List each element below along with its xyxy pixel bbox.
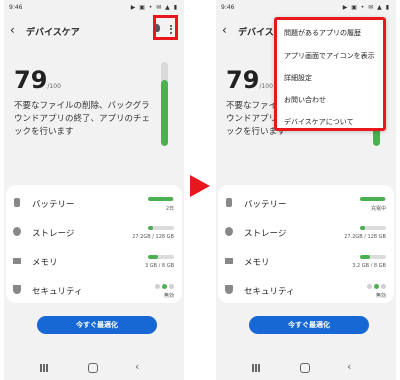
device-care-screen-before: 9:46 ▶ ▣ • ✉ ▲ ▮ ‹ デバイスケア 79/100 不要なファイル… <box>4 0 184 380</box>
status-icons: ▶ ▣ • ✉ ▲ ▮ <box>130 4 178 11</box>
menu-item-show-icon[interactable]: アプリ画面でアイコンを表示 <box>284 51 375 61</box>
menu-item-advanced-settings[interactable]: 詳細設定 <box>284 73 312 83</box>
battery-icon <box>14 198 20 207</box>
memory-label: メモリ <box>32 258 58 268</box>
nav-back-icon[interactable]: ‹ <box>135 360 139 373</box>
menu-item-about[interactable]: デバイスケアについて <box>284 117 354 127</box>
memory-icon <box>225 258 233 264</box>
storage-label: ストレージ <box>32 229 75 239</box>
memory-row[interactable]: メモリ 3.2 GB / 8 GB <box>218 247 394 275</box>
storage-bar-fill <box>148 226 154 230</box>
storage-value: 27.2GB / 128 GB <box>344 234 386 240</box>
score-description: 不要なファイルの削除、バックグラウンドアプリの終了、アプリのチェックを行います <box>14 101 151 137</box>
home-icon[interactable] <box>300 363 310 373</box>
battery-bar <box>360 197 386 201</box>
status-icons: ▶ ▣ • ✉ ▲ ▮ <box>342 4 390 11</box>
status-time: 9:46 <box>9 4 23 11</box>
storage-icon <box>13 227 21 236</box>
shield-icon <box>13 285 21 294</box>
menu-item-problem-app-history[interactable]: 問題があるアプリの履歴 <box>284 28 361 38</box>
security-row[interactable]: セキュリティ 無効 <box>218 276 394 304</box>
storage-bar <box>360 226 386 230</box>
battery-label: バッテリー <box>32 200 75 210</box>
memory-icon <box>13 258 21 264</box>
menu-item-contact-us[interactable]: お問い合わせ <box>284 95 326 105</box>
optimize-now-button[interactable]: 今すぐ最適化 <box>37 316 157 334</box>
highlight-box-kebab <box>153 15 178 40</box>
storage-icon <box>225 227 233 236</box>
nav-bar: ‹ <box>216 358 396 380</box>
memory-value: 3 GB / 8 GB <box>144 263 174 269</box>
memory-bar-fill <box>148 255 158 259</box>
score-gauge-fill <box>161 79 168 146</box>
arrow-right-icon <box>190 175 210 197</box>
battery-label: バッテリー <box>244 200 287 210</box>
status-time: 9:46 <box>221 4 235 11</box>
nav-bar: ‹ <box>4 358 184 380</box>
security-status-dots <box>367 284 386 289</box>
page-title: デバイスケア <box>26 28 80 38</box>
score-max: /100 <box>47 83 61 90</box>
battery-bar-fill <box>360 197 385 201</box>
security-label: セキュリティ <box>32 287 83 297</box>
back-icon[interactable]: ‹ <box>10 23 15 37</box>
recent-apps-icon[interactable] <box>40 364 48 372</box>
memory-bar-fill <box>360 255 371 259</box>
score-value: 79 <box>226 66 260 94</box>
recent-apps-icon[interactable] <box>252 364 260 372</box>
status-card: バッテリー 2日 ストレージ 27.2GB / 128 GB メモリ 3 GB … <box>6 185 182 303</box>
battery-icon <box>226 198 232 207</box>
score-gauge <box>161 62 168 146</box>
back-icon[interactable]: ‹ <box>222 23 227 37</box>
memory-bar <box>148 255 174 259</box>
battery-row[interactable]: バッテリー 充電中 <box>218 189 394 217</box>
battery-row[interactable]: バッテリー 2日 <box>6 189 182 217</box>
battery-value: 2日 <box>165 206 174 212</box>
nav-back-icon[interactable]: ‹ <box>347 360 351 373</box>
memory-value: 3.2 GB / 8 GB <box>352 263 386 269</box>
storage-row[interactable]: ストレージ 27.2GB / 128 GB <box>6 218 182 246</box>
status-card: バッテリー 充電中 ストレージ 27.2GB / 128 GB メモリ 3.2 … <box>218 185 394 303</box>
home-icon[interactable] <box>88 363 98 373</box>
battery-bar <box>148 197 174 201</box>
security-row[interactable]: セキュリティ 無効 <box>6 276 182 304</box>
memory-row[interactable]: メモリ 3 GB / 8 GB <box>6 247 182 275</box>
security-value: 無効 <box>163 293 174 299</box>
care-score: 79/100 <box>14 66 61 94</box>
status-bar: 9:46 ▶ ▣ • ✉ ▲ ▮ <box>216 0 396 16</box>
memory-label: メモリ <box>244 258 270 268</box>
score-value: 79 <box>14 66 48 94</box>
storage-row[interactable]: ストレージ 27.2GB / 128 GB <box>218 218 394 246</box>
security-value: 無効 <box>375 293 386 299</box>
care-score: 79/100 <box>226 66 273 94</box>
overflow-menu: 問題があるアプリの履歴 アプリ画面でアイコンを表示 詳細設定 お問い合わせ デバ… <box>274 17 386 131</box>
storage-bar-fill <box>360 226 366 230</box>
battery-value: 充電中 <box>370 206 386 212</box>
shield-icon <box>225 285 233 294</box>
storage-label: ストレージ <box>244 229 287 239</box>
storage-value: 27.2GB / 128 GB <box>132 234 174 240</box>
security-status-dots <box>155 284 174 289</box>
storage-bar <box>148 226 174 230</box>
security-label: セキュリティ <box>244 287 295 297</box>
optimize-now-button[interactable]: 今すぐ最適化 <box>249 316 369 334</box>
battery-bar-fill <box>148 197 173 201</box>
score-max: /100 <box>259 83 273 90</box>
status-bar: 9:46 ▶ ▣ • ✉ ▲ ▮ <box>4 0 184 16</box>
memory-bar <box>360 255 386 259</box>
